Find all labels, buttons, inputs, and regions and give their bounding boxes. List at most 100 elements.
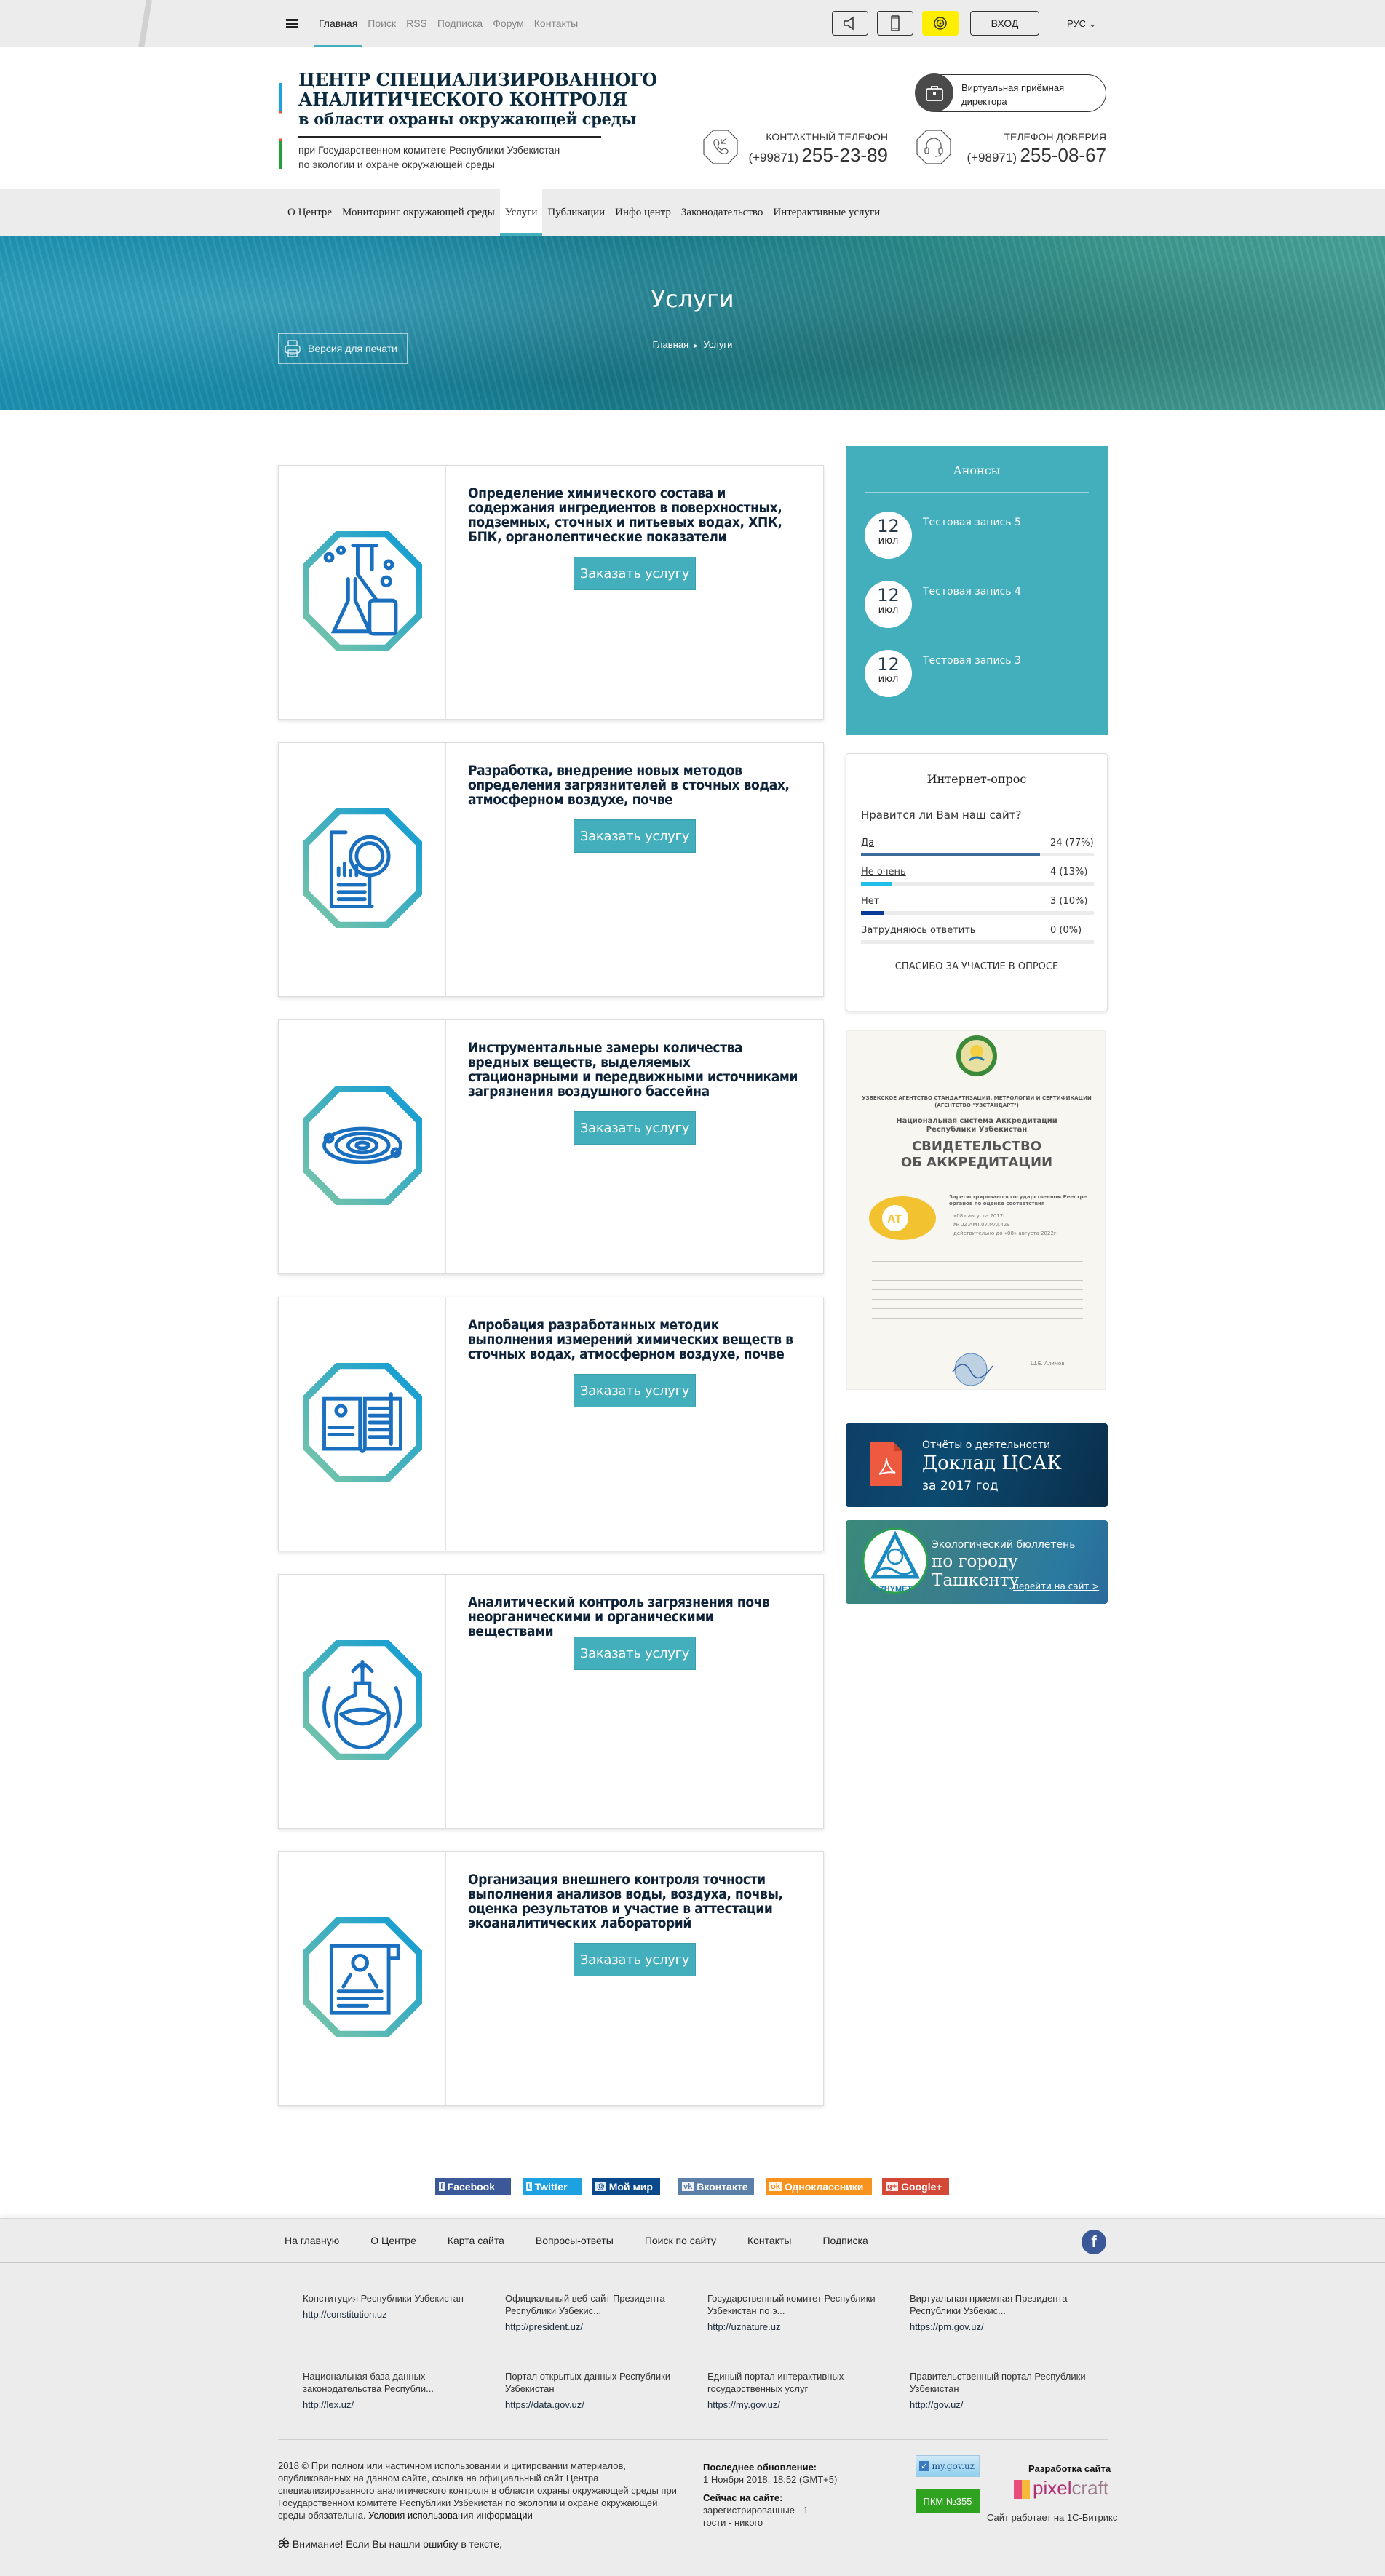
annual-report-banner[interactable]: Отчёты о деятельности Доклад ЦСАК за 201… <box>846 1423 1108 1507</box>
useful-link-url[interactable]: http://president.uz/ <box>505 2321 702 2333</box>
useful-link-url[interactable]: https://pm.gov.uz/ <box>910 2321 1106 2333</box>
service-title[interactable]: Аналитический контроль загрязнения почв … <box>468 1595 803 1639</box>
useful-link[interactable]: Правительственный портал Республики Узбе… <box>910 2370 1106 2411</box>
useful-link[interactable]: Виртуальная приемная Президента Республи… <box>910 2292 1106 2333</box>
useful-link[interactable]: Государственный комитет Республики Узбек… <box>707 2292 904 2333</box>
announcement-item[interactable]: 12 июл Тестовая запись 4 <box>865 581 1090 632</box>
nav-item-about[interactable]: О Центре <box>282 189 337 236</box>
top-link-subscribe[interactable]: Подписка <box>437 17 483 29</box>
service-title[interactable]: Определение химического состава и содерж… <box>468 486 803 544</box>
contact-phone-number[interactable]: (+99871) 255-23-89 <box>748 144 888 167</box>
share-одноклассники-button[interactable]: ok Одноклассники <box>766 2178 872 2195</box>
useful-link[interactable]: Официальный веб-сайт Президента Республи… <box>505 2292 702 2333</box>
order-service-button[interactable]: Заказать услугу <box>574 557 696 590</box>
print-version-button[interactable]: Версия для печати <box>278 333 408 364</box>
announcement-title[interactable]: Тестовая запись 3 <box>923 655 1021 667</box>
nav-item-monitoring[interactable]: Мониторинг окружающей среды <box>337 189 500 236</box>
service-icon-panel <box>279 1852 446 2105</box>
useful-link-url[interactable]: http://uznature.uz <box>707 2321 904 2333</box>
audio-button[interactable] <box>832 11 868 36</box>
g+-brand-icon: g+ <box>886 2182 899 2191</box>
useful-link-url[interactable]: http://lex.uz/ <box>303 2398 499 2411</box>
announcement-item[interactable]: 12 июл Тестовая запись 5 <box>865 512 1090 562</box>
order-service-button[interactable]: Заказать услугу <box>574 1111 696 1145</box>
trust-phone-digits: 255-08-67 <box>1020 144 1106 166</box>
nav-item-info-center[interactable]: Инфо центр <box>610 189 676 236</box>
service-card: Апробация разработанных методик выполнен… <box>278 1297 824 1551</box>
useful-link-url[interactable]: http://gov.uz/ <box>910 2398 1106 2411</box>
accessibility-button[interactable] <box>922 11 959 36</box>
share-label: Facebook <box>447 2181 496 2193</box>
order-service-button[interactable]: Заказать услугу <box>574 1374 696 1407</box>
login-button[interactable]: ВХОД <box>970 11 1039 36</box>
useful-link-url[interactable]: https://data.gov.uz/ <box>505 2398 702 2411</box>
language-selector[interactable]: РУС ⌄ <box>1067 18 1097 30</box>
top-link-forum[interactable]: Форум <box>493 17 524 29</box>
terms-link[interactable]: Условия использования информации <box>368 2510 533 2521</box>
trust-phone-number[interactable]: (+98971) 255-08-67 <box>967 144 1106 167</box>
share-google--button[interactable]: g+ Google+ <box>882 2178 949 2195</box>
pkm-badge[interactable]: ПКМ №355 <box>916 2489 980 2513</box>
service-title[interactable]: Разработка, внедрение новых методов опре… <box>468 763 803 807</box>
share-мой-мир-button[interactable]: @ Мой мир <box>592 2178 660 2195</box>
announcement-title[interactable]: Тестовая запись 5 <box>923 517 1021 528</box>
top-link-home[interactable]: Главная <box>314 17 362 48</box>
service-icon-panel <box>279 743 446 996</box>
top-link-rss[interactable]: RSS <box>406 17 427 29</box>
nav-item-services[interactable]: Услуги <box>499 189 543 236</box>
logo-title-line1: ЦЕНТР СПЕЦИАЛИЗИРОВАННОГО <box>298 69 657 90</box>
logo-desc-line1: при Государственном комитете Республики … <box>298 144 560 156</box>
service-title[interactable]: Инструментальные замеры количества вредн… <box>468 1041 803 1099</box>
service-title[interactable]: Апробация разработанных методик выполнен… <box>468 1318 803 1361</box>
hamburger-menu-icon[interactable] <box>286 19 298 28</box>
breadcrumb-home[interactable]: Главная <box>653 339 688 350</box>
footer-link-subscribe[interactable]: Подписка <box>822 2235 868 2246</box>
share-twitter-button[interactable]: t Twitter <box>523 2178 582 2195</box>
order-service-button[interactable]: Заказать услугу <box>574 819 696 853</box>
top-link-search[interactable]: Поиск <box>368 17 396 29</box>
service-title[interactable]: Организация внешнего контроля точности в… <box>468 1872 803 1931</box>
footer-link-home[interactable]: На главную <box>285 2235 339 2246</box>
oz-accreditation-logo-icon: AT <box>869 1196 936 1240</box>
announcement-item[interactable]: 12 июл Тестовая запись 3 <box>865 650 1090 701</box>
order-service-button[interactable]: Заказать услугу <box>574 1637 696 1670</box>
facebook-icon[interactable]: f <box>1082 2230 1106 2254</box>
pixelcraft-logo[interactable]: pixelcraft <box>1014 2477 1108 2500</box>
footer-link-about[interactable]: О Центре <box>370 2235 416 2246</box>
mygov-badge[interactable]: ✓ my.gov.uz <box>916 2455 980 2477</box>
useful-link-url[interactable]: https://my.gov.uz/ <box>707 2398 904 2411</box>
certificate-agency: УЗБЕКСКОЕ АГЕНТСТВО СТАНДАРТИЗАЦИИ, МЕТР… <box>862 1095 1092 1101</box>
useful-link[interactable]: Конституция Республики Узбекистан http://… <box>303 2292 499 2321</box>
printer-icon <box>285 340 301 357</box>
nav-item-publications[interactable]: Публикации <box>542 189 610 236</box>
poll-thanks-message: СПАСИБО ЗА УЧАСТИЕ В ОПРОСЕ <box>894 961 1059 972</box>
virtual-reception-button[interactable]: Виртуальная приёмная директора <box>915 73 1106 112</box>
mobile-version-button[interactable] <box>877 11 913 36</box>
footer-link-faq[interactable]: Вопросы-ответы <box>536 2235 614 2246</box>
eco-bulletin-banner[interactable]: UZHYMET Экологический бюллетень по город… <box>846 1520 1108 1604</box>
pixelcraft-icon <box>1014 2480 1030 2500</box>
useful-link[interactable]: Национальная база данных законодательств… <box>303 2370 499 2411</box>
useful-link-title: Правительственный портал Республики Узбе… <box>910 2371 1086 2394</box>
order-service-button[interactable]: Заказать услугу <box>574 1943 696 1976</box>
bulletin-link[interactable]: перейти на сайт > <box>1013 1581 1099 1591</box>
share-вконтакте-button[interactable]: vk Вконтакте <box>678 2178 754 2195</box>
service-icon-panel <box>279 466 446 719</box>
certificate-agency-short: (АГЕНТСТВО "УЗСТАНДАРТ") <box>934 1102 1019 1108</box>
site-logo-title[interactable]: ЦЕНТР СПЕЦИАЛИЗИРОВАННОГО АНАЛИТИЧЕСКОГО… <box>298 70 657 129</box>
accreditation-certificate-image[interactable]: УЗБЕКСКОЕ АГЕНТСТВО СТАНДАРТИЗАЦИИ, МЕТР… <box>846 1030 1106 1390</box>
nav-item-legislation[interactable]: Законодательство <box>676 189 768 236</box>
service-card: Инструментальные замеры количества вредн… <box>278 1019 824 1274</box>
top-link-contacts[interactable]: Контакты <box>534 17 578 29</box>
footer-link-search[interactable]: Поиск по сайту <box>645 2235 716 2246</box>
nav-item-interactive-services[interactable]: Интерактивные услуги <box>768 189 885 236</box>
announcement-title[interactable]: Тестовая запись 4 <box>923 586 1021 597</box>
share-facebook-button[interactable]: f Facebook <box>435 2178 511 2195</box>
useful-link-url[interactable]: http://constitution.uz <box>303 2308 499 2321</box>
useful-link[interactable]: Единый портал интерактивных государствен… <box>707 2370 904 2411</box>
footer-link-contacts[interactable]: Контакты <box>747 2235 791 2246</box>
checkmark-icon: ✓ <box>919 2461 930 2471</box>
footer-link-sitemap[interactable]: Карта сайта <box>448 2235 504 2246</box>
pixelcraft-name-b: craft <box>1071 2477 1109 2499</box>
useful-link[interactable]: Портал открытых данных Республики Узбеки… <box>505 2370 702 2411</box>
